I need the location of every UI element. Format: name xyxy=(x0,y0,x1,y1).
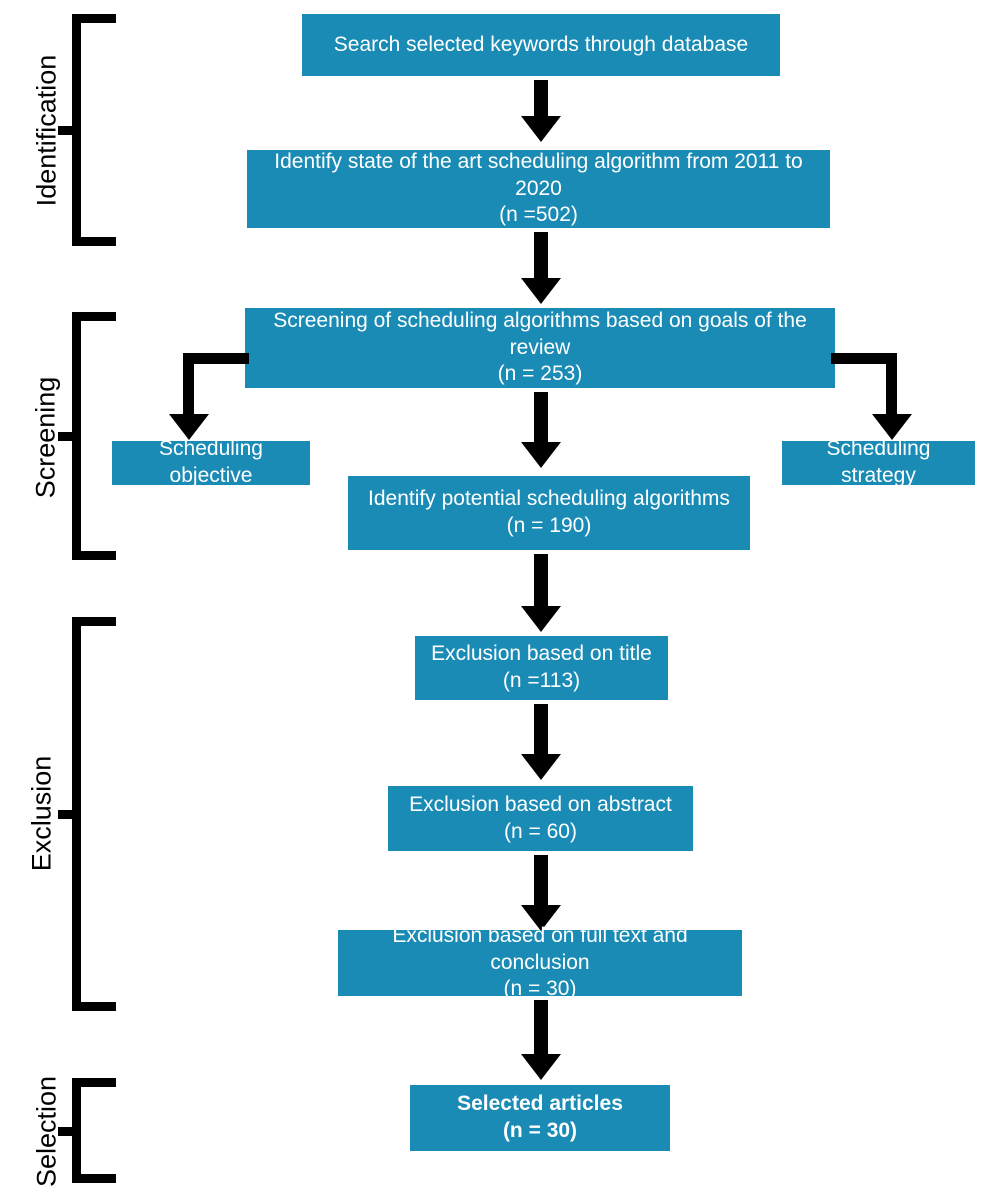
node-identify-potential-count: (n = 190) xyxy=(506,514,592,537)
bracket-arm-top xyxy=(72,312,116,321)
node-identify-state-of-art-line1: Identify state of the art scheduling alg… xyxy=(274,149,803,200)
bracket-tick xyxy=(58,810,73,819)
bracket-arm-top xyxy=(72,617,116,626)
arrow-search-to-identify xyxy=(519,80,563,142)
node-screening: Screening of scheduling algorithms based… xyxy=(245,308,835,388)
bracket-identification xyxy=(58,14,116,246)
node-exclusion-title: Exclusion based on title (n =113) xyxy=(415,636,668,700)
arrow-shaft xyxy=(534,554,548,608)
arrow-title-to-abstract xyxy=(519,704,563,780)
node-screening-line1: Screening of scheduling algorithms based… xyxy=(273,308,807,359)
flow-diagram-canvas: Identification Search selected keywords … xyxy=(0,0,987,1200)
node-scheduling-objective-line1: Scheduling objective xyxy=(159,437,263,487)
bracket-arm-bottom xyxy=(72,1002,116,1011)
arrow-head xyxy=(521,606,561,632)
arrow-potential-to-exclusion-title xyxy=(519,554,563,632)
arrow-abstract-to-fulltext xyxy=(519,855,563,931)
bracket-arm-bottom xyxy=(72,237,116,246)
node-exclusion-abstract: Exclusion based on abstract (n = 60) xyxy=(388,786,693,851)
arrow-fulltext-to-selected xyxy=(519,1000,563,1080)
bracket-arm-top xyxy=(72,1078,116,1087)
bracket-spine xyxy=(72,617,81,1011)
node-scheduling-strategy: Scheduling strategy xyxy=(782,437,975,487)
node-identify-potential-line1: Identify potential scheduling algorithms xyxy=(368,487,730,511)
node-search-keywords: Search selected keywords through databas… xyxy=(302,14,780,76)
bracket-selection xyxy=(58,1078,116,1183)
stage-label-exclusion: Exclusion xyxy=(26,755,57,872)
arrow-shaft xyxy=(534,232,548,280)
node-search-keywords-line1: Search selected keywords through databas… xyxy=(333,32,749,56)
node-exclusion-fulltext-line1: Exclusion based on full text and conclus… xyxy=(392,923,688,974)
bracket-exclusion xyxy=(58,617,116,1011)
connector-screening-to-objective xyxy=(169,353,249,440)
node-identify-state-of-art-count: (n =502) xyxy=(499,203,578,227)
arrow-shaft xyxy=(534,1000,548,1056)
stage-label-selection: Selection xyxy=(31,1075,62,1188)
node-screening-count: (n = 253) xyxy=(497,362,583,386)
arrow-shaft xyxy=(534,392,548,444)
bracket-screening xyxy=(58,312,116,560)
bracket-spine xyxy=(72,1078,81,1183)
bracket-spine xyxy=(72,14,81,246)
arrow-head xyxy=(521,1054,561,1080)
node-identify-potential: Identify potential scheduling algorithms… xyxy=(348,476,750,550)
node-identify-state-of-art: Identify state of the art scheduling alg… xyxy=(247,150,830,228)
node-scheduling-objective: Scheduling objective xyxy=(112,437,310,487)
connector-screening-to-strategy xyxy=(831,353,912,440)
arrow-head xyxy=(521,754,561,780)
arrow-screening-to-potential xyxy=(519,392,563,468)
bracket-arm-bottom xyxy=(72,1174,116,1183)
arrow-head xyxy=(521,442,561,468)
node-exclusion-abstract-line1: Exclusion based on abstract xyxy=(409,792,672,816)
bracket-spine xyxy=(72,312,81,560)
connector-vertical xyxy=(886,353,897,414)
stage-label-identification: Identification xyxy=(31,54,62,207)
arrow-shaft xyxy=(534,704,548,756)
node-exclusion-title-count: (n =113) xyxy=(502,669,581,692)
arrow-head xyxy=(521,278,561,304)
node-selected-articles-line1: Selected articles xyxy=(457,1092,623,1116)
bracket-arm-top xyxy=(72,14,116,23)
bracket-arm-bottom xyxy=(72,551,116,560)
node-exclusion-title-line1: Exclusion based on title xyxy=(431,642,652,666)
node-selected-articles: Selected articles (n = 30) xyxy=(410,1085,670,1151)
arrow-shaft xyxy=(534,855,548,907)
stage-label-screening: Screening xyxy=(30,376,61,499)
connector-vertical xyxy=(183,353,194,414)
node-selected-articles-count: (n = 30) xyxy=(502,1119,578,1142)
arrow-shaft xyxy=(534,80,548,120)
arrow-identify-to-screening xyxy=(519,232,563,304)
arrow-head xyxy=(521,116,561,142)
node-exclusion-fulltext: Exclusion based on full text and conclus… xyxy=(338,924,742,1000)
node-scheduling-strategy-line1: Scheduling strategy xyxy=(826,437,931,487)
node-exclusion-abstract-count: (n = 60) xyxy=(504,819,577,843)
